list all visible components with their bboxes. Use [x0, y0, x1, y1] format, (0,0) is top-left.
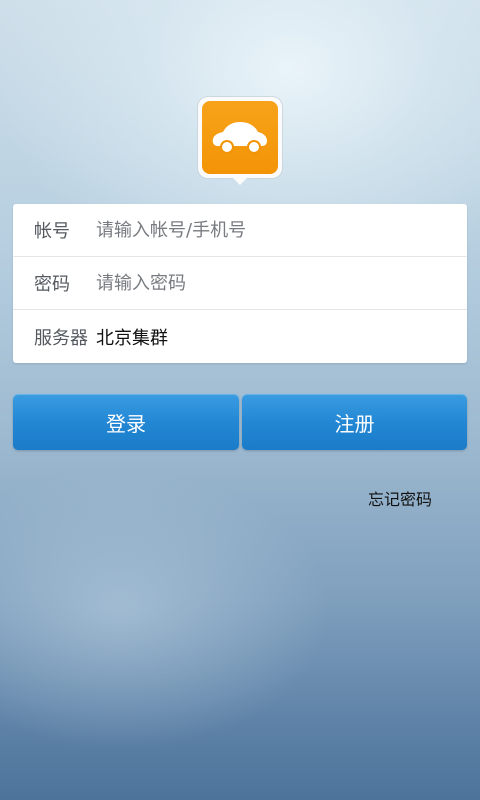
password-label: 密码	[34, 274, 70, 295]
logo-pointer	[232, 177, 248, 185]
app-logo-badge	[202, 101, 278, 174]
account-input[interactable]	[96, 219, 467, 241]
account-label: 帐号	[34, 221, 70, 242]
forgot-password-link[interactable]: 忘记密码	[368, 486, 432, 510]
password-row: 密码	[13, 257, 467, 310]
password-input[interactable]	[96, 272, 467, 294]
login-button[interactable]: 登录	[13, 394, 239, 450]
app-logo	[198, 97, 282, 178]
car-icon	[212, 121, 267, 154]
server-row[interactable]: 服务器 北京集群	[13, 310, 467, 363]
register-button[interactable]: 注册	[242, 394, 467, 450]
server-label: 服务器	[34, 327, 88, 349]
server-select[interactable]: 北京集群	[96, 324, 168, 350]
login-form: 帐号 密码 服务器 北京集群	[13, 204, 467, 363]
account-row: 帐号	[13, 204, 467, 257]
